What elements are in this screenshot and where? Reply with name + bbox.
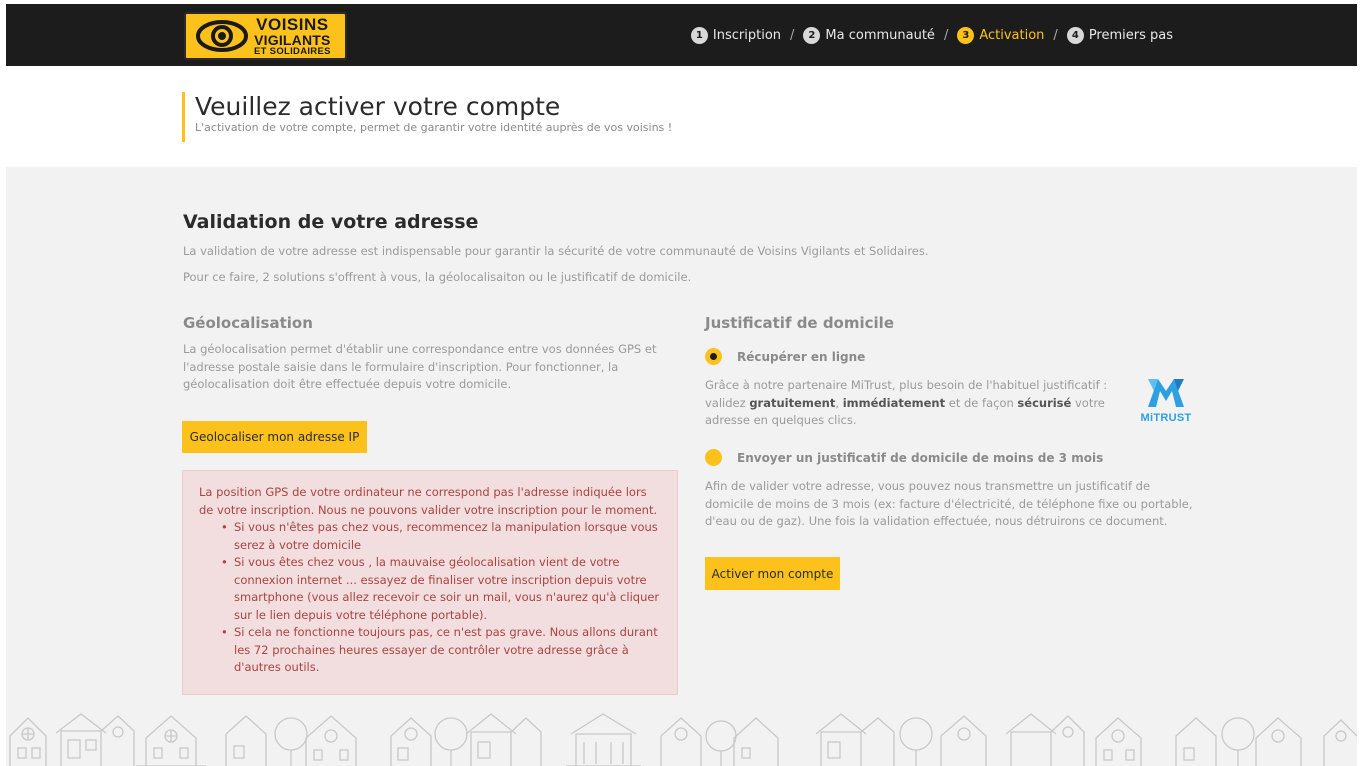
step-activation[interactable]: 3 Activation: [957, 26, 1045, 44]
logo-line-2: VIGILANTS: [254, 31, 331, 48]
page-title: Veuillez activer votre compte: [195, 92, 561, 121]
section-solutions-text: Pour ce faire, 2 solutions s'offrent à v…: [183, 270, 692, 284]
option-send-document[interactable]: Envoyer un justificatif de domicile de m…: [705, 449, 1103, 466]
alert-item: Si cela ne fonctionne toujours pas, ce n…: [221, 624, 663, 677]
step-separator: /: [790, 27, 795, 43]
logo-text: VOISINS VIGILANTS ET SOLIDAIRES: [254, 16, 331, 57]
radio-send-document[interactable]: [705, 449, 722, 466]
alert-intro: La position GPS de votre ordinateur ne c…: [199, 485, 658, 517]
step-label: Inscription: [712, 27, 782, 43]
step-label: Activation: [979, 27, 1045, 43]
step-number: 2: [803, 26, 821, 44]
section-intro-text: La validation de votre adresse est indis…: [183, 244, 929, 258]
send-document-description: Afin de valider votre adresse, vous pouv…: [705, 479, 1193, 528]
alert-item: Si vous n'êtes pas chez vous, recommence…: [221, 519, 663, 554]
proof-of-address-title: Justificatif de domicile: [705, 314, 894, 332]
step-number: 1: [690, 26, 708, 44]
geolocate-button[interactable]: Geolocaliser mon adresse IP: [182, 421, 367, 453]
mitrust-logo: MiTRUST: [1140, 377, 1192, 424]
activate-account-button[interactable]: Activer mon compte: [705, 557, 840, 590]
step-label: Premiers pas: [1088, 27, 1173, 43]
step-premiers-pas[interactable]: 4 Premiers pas: [1066, 26, 1173, 44]
option-online-retrieval[interactable]: Récupérer en ligne: [705, 348, 865, 365]
page-subtitle: L'activation de votre compte, permet de …: [195, 121, 673, 134]
logo-line-1: VOISINS: [256, 14, 329, 34]
bold-free: gratuitement: [749, 395, 836, 410]
geolocation-error-alert: La position GPS de votre ordinateur ne c…: [182, 470, 678, 695]
top-navbar: VOISINS VIGILANTS ET SOLIDAIRES 1 Inscri…: [6, 4, 1357, 66]
site-logo[interactable]: VOISINS VIGILANTS ET SOLIDAIRES: [184, 12, 347, 60]
bold-secure: sécurisé: [1017, 395, 1072, 410]
eye-icon: [196, 20, 248, 52]
option-label: Envoyer un justificatif de domicile de m…: [737, 450, 1104, 465]
step-separator: /: [943, 27, 949, 43]
logo-line-3: ET SOLIDAIRES: [254, 45, 331, 57]
section-title: Validation de votre adresse: [183, 211, 479, 233]
online-retrieval-description: Grâce à notre partenaire MiTrust, plus b…: [705, 378, 1108, 427]
step-number: 3: [957, 26, 975, 44]
mitrust-logo-icon: [1148, 379, 1184, 407]
geolocation-description: La géolocalisation permet d'établir une …: [183, 342, 657, 391]
signup-steps: 1 Inscription / 2 Ma communauté / 3 Acti…: [690, 4, 1173, 66]
mitrust-logo-text: MiTRUST: [1140, 412, 1192, 424]
alert-list: Si vous n'êtes pas chez vous, recommence…: [221, 519, 663, 677]
step-number: 4: [1066, 26, 1084, 44]
step-inscription[interactable]: 1 Inscription: [690, 26, 782, 44]
alert-item: Si vous êtes chez vous , la mauvaise géo…: [221, 554, 663, 624]
step-ma-communaute[interactable]: 2 Ma communauté: [803, 26, 935, 44]
houses-illustration: [9, 713, 1357, 766]
page-header: Veuillez activer votre compte L'activati…: [182, 92, 672, 142]
bold-immediate: immédiatement: [842, 395, 946, 410]
geolocation-title: Géolocalisation: [183, 314, 313, 332]
radio-online-retrieval[interactable]: [705, 348, 722, 365]
step-label: Ma communauté: [825, 27, 935, 43]
option-label: Récupérer en ligne: [737, 349, 866, 364]
step-separator: /: [1053, 27, 1058, 43]
